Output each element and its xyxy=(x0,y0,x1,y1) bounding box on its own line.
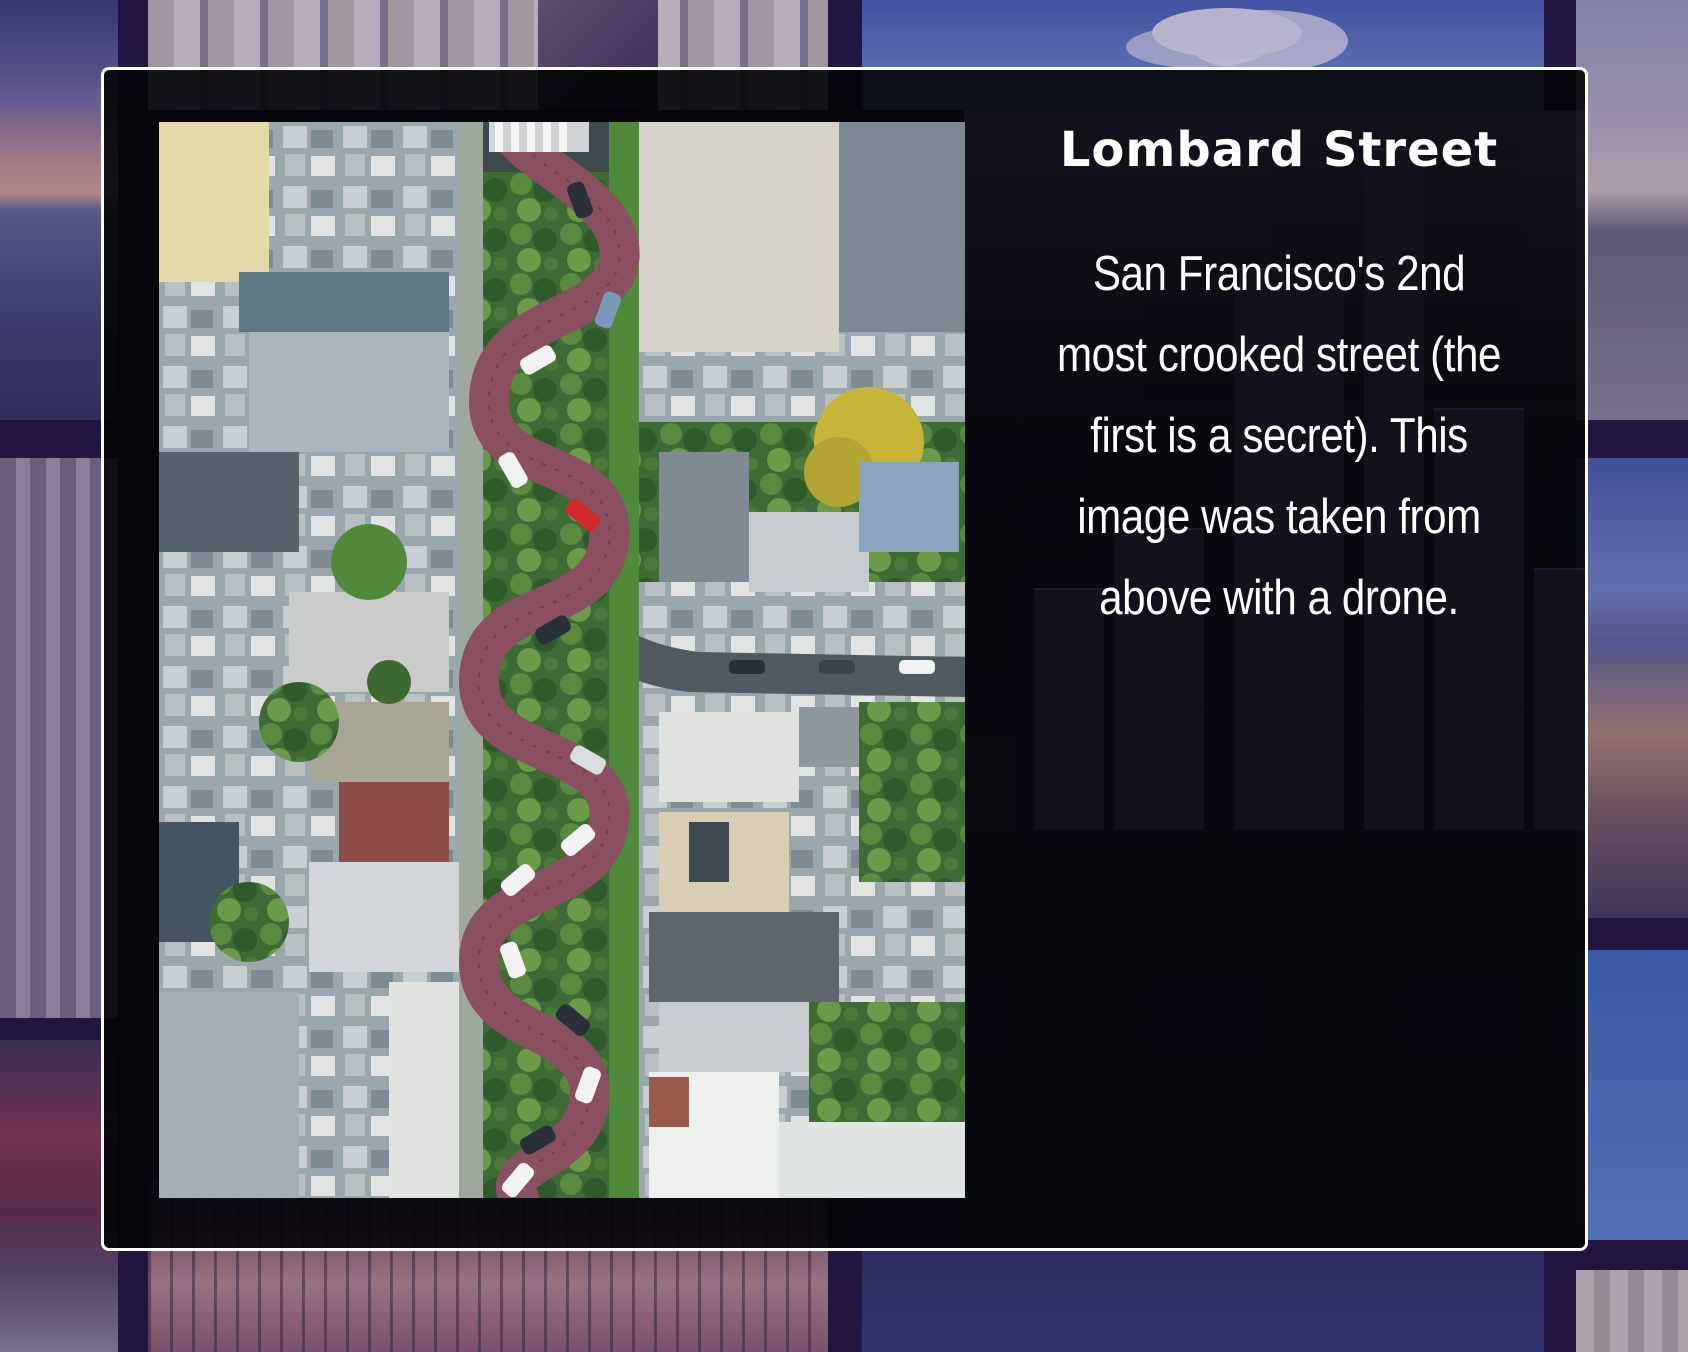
lombard-street-photo xyxy=(159,122,965,1198)
photo-title: Lombard Street xyxy=(1059,122,1499,178)
photo-info-panel: Lombard Street San Francisco's 2nd most … xyxy=(1019,120,1539,639)
page-background: Lombard Street San Francisco's 2nd most … xyxy=(0,0,1688,1352)
background-tile-city xyxy=(1576,458,1688,918)
background-tile-blue xyxy=(1576,950,1688,1240)
background-tile-street xyxy=(1576,0,1688,420)
photo-detail-modal[interactable]: Lombard Street San Francisco's 2nd most … xyxy=(101,67,1588,1251)
photo-description: San Francisco's 2nd most crooked street … xyxy=(1056,247,1502,625)
background-tile-house xyxy=(1576,1270,1688,1352)
